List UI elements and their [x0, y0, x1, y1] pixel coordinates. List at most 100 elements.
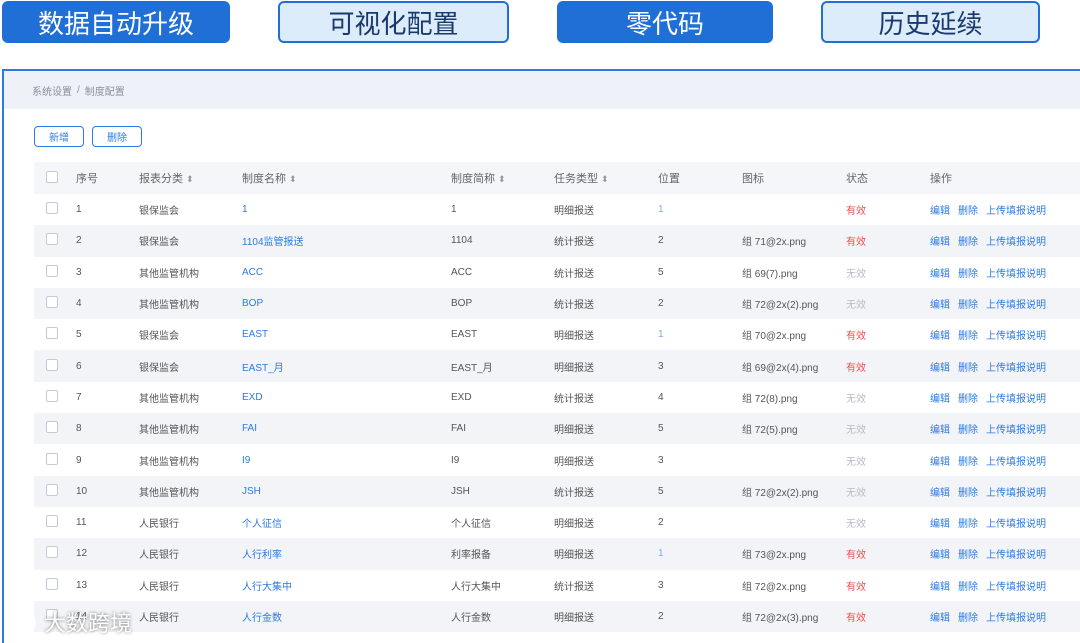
row-name-link[interactable]: 1 — [242, 204, 451, 215]
row-status: 无效 — [846, 519, 866, 531]
banner-visual-config: 可视化配置 — [278, 1, 509, 43]
upload-instructions-link[interactable]: 上传填报说明 — [986, 421, 1046, 436]
row-checkbox[interactable] — [46, 546, 58, 559]
row-index: 12 — [76, 548, 88, 560]
delete-link[interactable]: 删除 — [958, 609, 978, 624]
sort-icon[interactable]: ⬍ — [498, 174, 506, 184]
edit-link[interactable]: 编辑 — [930, 484, 950, 499]
upload-instructions-link[interactable]: 上传填报说明 — [986, 453, 1046, 468]
edit-link[interactable]: 编辑 — [930, 515, 950, 530]
col-category[interactable]: 报表分类 ⬍ — [139, 170, 242, 186]
col-name[interactable]: 制度名称 ⬍ — [242, 170, 451, 186]
edit-link[interactable]: 编辑 — [930, 453, 950, 468]
delete-button[interactable]: 删除 — [92, 125, 142, 147]
col-abbr[interactable]: 制度简称 ⬍ — [451, 170, 554, 186]
edit-link[interactable]: 编辑 — [930, 609, 950, 624]
row-position: 1 — [658, 548, 664, 560]
edit-link[interactable]: 编辑 — [930, 578, 950, 593]
select-all-checkbox[interactable] — [46, 170, 58, 183]
upload-instructions-link[interactable]: 上传填报说明 — [986, 484, 1046, 499]
edit-link[interactable]: 编辑 — [930, 327, 950, 342]
row-name-link[interactable]: EXD — [242, 392, 451, 403]
upload-instructions-link[interactable]: 上传填报说明 — [986, 359, 1046, 374]
col-type[interactable]: 任务类型 ⬍ — [554, 170, 658, 186]
row-actions: 编辑 删除 上传填报说明 — [930, 515, 1080, 530]
upload-instructions-link[interactable]: 上传填报说明 — [986, 202, 1046, 217]
row-name-link[interactable]: 个人征信 — [242, 515, 451, 530]
row-name-link[interactable]: EAST — [242, 329, 451, 340]
add-button[interactable]: 新增 — [34, 125, 84, 147]
row-checkbox[interactable] — [46, 296, 58, 309]
row-icon-file: 组 70@2x.png — [742, 331, 807, 343]
upload-instructions-link[interactable]: 上传填报说明 — [986, 265, 1046, 280]
delete-link[interactable]: 删除 — [958, 421, 978, 436]
edit-link[interactable]: 编辑 — [930, 265, 950, 280]
edit-link[interactable]: 编辑 — [930, 359, 950, 374]
row-checkbox[interactable] — [46, 202, 58, 215]
delete-link[interactable]: 删除 — [958, 453, 978, 468]
edit-link[interactable]: 编辑 — [930, 546, 950, 561]
row-select-cell — [34, 358, 76, 374]
upload-instructions-link[interactable]: 上传填报说明 — [986, 578, 1046, 593]
delete-link[interactable]: 删除 — [958, 546, 978, 561]
delete-link[interactable]: 删除 — [958, 296, 978, 311]
row-actions: 编辑 删除 上传填报说明 — [930, 609, 1080, 624]
row-category: 银保监会 — [139, 237, 179, 249]
row-name-link[interactable]: EAST_月 — [242, 359, 451, 374]
breadcrumb-root[interactable]: 系统设置 — [32, 83, 72, 98]
row-checkbox[interactable] — [46, 577, 58, 590]
delete-link[interactable]: 删除 — [958, 578, 978, 593]
row-index: 2 — [76, 235, 82, 247]
upload-instructions-link[interactable]: 上传填报说明 — [986, 609, 1046, 624]
row-select-cell — [34, 202, 76, 217]
row-checkbox[interactable] — [46, 483, 58, 496]
edit-link[interactable]: 编辑 — [930, 390, 950, 405]
delete-link[interactable]: 删除 — [958, 202, 978, 217]
delete-link[interactable]: 删除 — [958, 484, 978, 499]
delete-link[interactable]: 删除 — [958, 515, 978, 530]
row-name-link[interactable]: I9 — [242, 455, 451, 466]
sort-icon[interactable]: ⬍ — [186, 174, 194, 184]
row-index: 5 — [76, 329, 82, 341]
row-name-link[interactable]: 人行利率 — [242, 546, 451, 561]
sort-icon[interactable]: ⬍ — [601, 174, 609, 184]
upload-instructions-link[interactable]: 上传填报说明 — [986, 515, 1046, 530]
upload-instructions-link[interactable]: 上传填报说明 — [986, 546, 1046, 561]
delete-link[interactable]: 删除 — [958, 327, 978, 342]
row-checkbox[interactable] — [46, 358, 58, 371]
row-name-link[interactable]: 1104监管报送 — [242, 233, 451, 248]
row-checkbox[interactable] — [46, 327, 58, 340]
row-checkbox[interactable] — [46, 421, 58, 434]
sort-icon[interactable]: ⬍ — [289, 174, 297, 184]
row-abbr: 1 — [451, 204, 457, 216]
row-position: 1 — [658, 329, 664, 341]
upload-instructions-link[interactable]: 上传填报说明 — [986, 390, 1046, 405]
row-abbr: 人行大集中 — [451, 581, 501, 593]
delete-link[interactable]: 删除 — [958, 265, 978, 280]
edit-link[interactable]: 编辑 — [930, 421, 950, 436]
row-checkbox[interactable] — [46, 233, 58, 246]
row-actions: 编辑 删除 上传填报说明 — [930, 453, 1080, 468]
delete-link[interactable]: 删除 — [958, 390, 978, 405]
delete-link[interactable]: 删除 — [958, 359, 978, 374]
edit-link[interactable]: 编辑 — [930, 233, 950, 248]
row-name-link[interactable]: BOP — [242, 298, 451, 309]
upload-instructions-link[interactable]: 上传填报说明 — [986, 327, 1046, 342]
row-name-link[interactable]: ACC — [242, 267, 451, 278]
row-checkbox[interactable] — [46, 452, 58, 465]
row-name-link[interactable]: 人行金数 — [242, 609, 451, 624]
upload-instructions-link[interactable]: 上传填报说明 — [986, 296, 1046, 311]
delete-link[interactable]: 删除 — [958, 233, 978, 248]
row-name-link[interactable]: FAI — [242, 423, 451, 434]
row-checkbox[interactable] — [46, 264, 58, 277]
row-checkbox[interactable] — [46, 515, 58, 528]
select-all-cell — [34, 170, 76, 186]
row-name-link[interactable]: 人行大集中 — [242, 578, 451, 593]
upload-instructions-link[interactable]: 上传填报说明 — [986, 233, 1046, 248]
edit-link[interactable]: 编辑 — [930, 202, 950, 217]
edit-link[interactable]: 编辑 — [930, 296, 950, 311]
row-name-link[interactable]: JSH — [242, 486, 451, 497]
row-type: 统计报送 — [554, 237, 594, 249]
row-checkbox[interactable] — [46, 389, 58, 402]
row-status: 无效 — [846, 456, 866, 468]
